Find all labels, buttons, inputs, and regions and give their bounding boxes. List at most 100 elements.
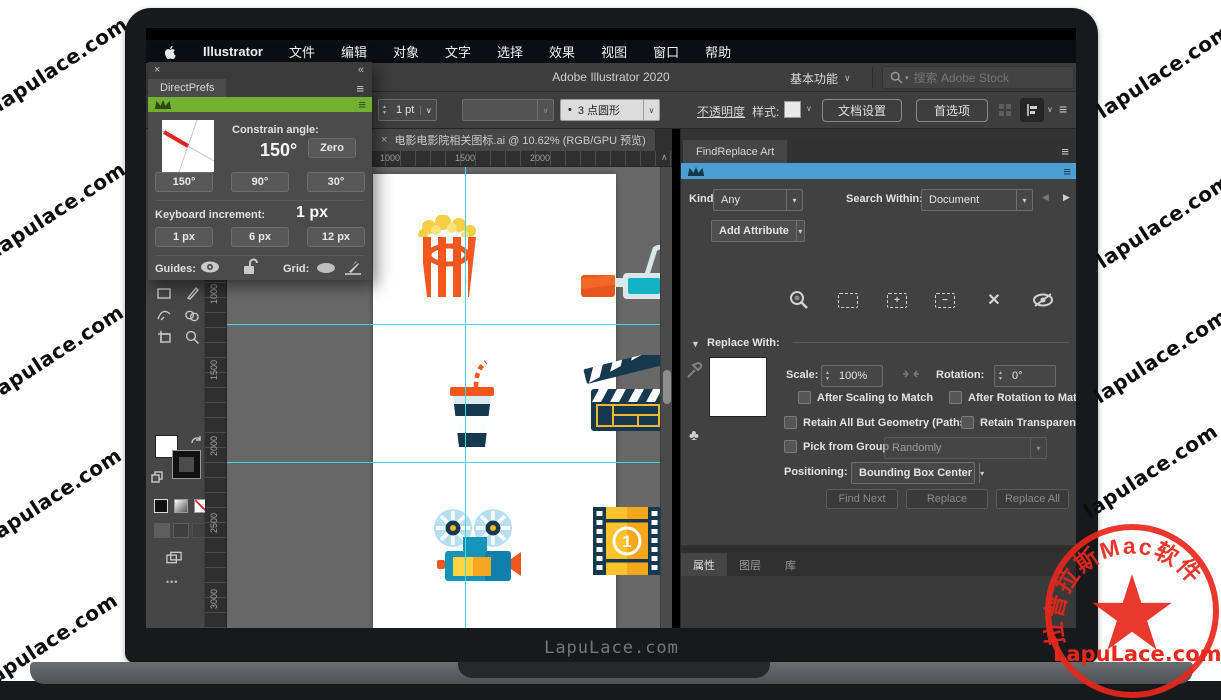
kind-dropdown[interactable]: Any ▾ <box>713 189 803 211</box>
add-attribute-button[interactable]: Add Attribute ▾ <box>711 220 805 242</box>
directprefs-tab[interactable]: DirectPrefs <box>148 79 226 97</box>
draw-normal-button[interactable] <box>154 523 170 538</box>
link-scale-rotation-icon[interactable] <box>903 368 919 383</box>
document-setup-button[interactable]: 文档设置 <box>822 99 902 122</box>
angle-30-button[interactable]: 30° <box>307 172 365 192</box>
style-dropdown-icon[interactable]: ∨ <box>806 104 812 113</box>
stock-search-field[interactable]: ▾ <box>882 66 1074 89</box>
width-tool-icon[interactable] <box>156 307 172 323</box>
edit-toolbar-icon[interactable]: ••• <box>166 577 178 587</box>
positioning-dropdown[interactable]: Bounding Box Center ▾ <box>851 462 975 484</box>
stepper-down-icon[interactable]: ▼ <box>825 377 830 382</box>
pick-from-group-checkbox[interactable] <box>784 440 797 453</box>
style-swatch[interactable] <box>784 101 801 118</box>
scale-stepper[interactable]: ▲▼ 100% <box>821 365 883 387</box>
opacity-link[interactable]: 不透明度 <box>697 103 745 120</box>
increment-1px-button[interactable]: 1 px <box>155 227 213 247</box>
stroke-dropdown-icon[interactable]: ∨ <box>420 106 436 115</box>
replace-all-button[interactable]: Replace All <box>996 489 1069 509</box>
retain-geometry-checkbox[interactable] <box>784 416 797 429</box>
horizontal-guide[interactable] <box>227 324 660 325</box>
stepper-up-icon[interactable]: ▲ <box>825 371 830 376</box>
gradient-mode-swatch[interactable] <box>174 499 188 513</box>
after-scaling-checkbox[interactable] <box>798 391 811 404</box>
subtract-from-selection-icon[interactable]: − <box>933 289 957 311</box>
select-marquee-icon[interactable] <box>836 289 860 311</box>
list-options-icon[interactable]: ≡ <box>1059 101 1067 117</box>
drink-cup-artwork[interactable] <box>443 359 501 454</box>
tab-properties[interactable]: 属性 <box>681 553 727 576</box>
findreplace-tab[interactable]: FindReplace Art <box>683 140 787 163</box>
align-panel-icon[interactable] <box>1020 98 1044 122</box>
film-projector-artwork[interactable] <box>429 507 521 590</box>
eyedropper-icon[interactable] <box>687 362 703 381</box>
rotation-stepper[interactable]: ▲▼ 0° <box>994 365 1056 387</box>
collapse-icon[interactable]: « <box>358 64 364 76</box>
grid-dots-icon[interactable] <box>998 103 1012 120</box>
tab-libraries[interactable]: 库 <box>773 553 808 576</box>
stroke-color-swatch[interactable] <box>173 451 200 478</box>
popcorn-artwork[interactable] <box>415 215 481 304</box>
find-next-button[interactable]: Find Next <box>826 489 898 509</box>
next-result-icon[interactable]: ▶ <box>1063 192 1070 203</box>
menu-item-edit[interactable]: 编辑 <box>341 42 367 61</box>
variable-width-profile-dropdown[interactable]: •3 点圆形 ∨ <box>560 99 660 121</box>
zoom-tool-icon[interactable] <box>184 329 200 345</box>
hide-icon[interactable] <box>1031 289 1055 311</box>
grid-snap-off-icon[interactable] <box>344 258 362 278</box>
menu-item-select[interactable]: 选择 <box>497 42 523 61</box>
find-zoom-icon[interactable] <box>787 289 811 311</box>
clear-icon[interactable]: ✕ <box>982 289 1006 311</box>
guides-unlock-icon[interactable] <box>242 258 258 278</box>
horizontal-guide[interactable] <box>227 462 660 463</box>
guides-visibility-eye-icon[interactable] <box>200 260 220 277</box>
menu-item-help[interactable]: 帮助 <box>705 42 731 61</box>
preferences-button[interactable]: 首选项 <box>916 99 988 122</box>
menu-item-object[interactable]: 对象 <box>393 42 419 61</box>
shape-builder-tool-icon[interactable] <box>184 307 200 323</box>
prev-result-icon[interactable]: ◀ <box>1042 192 1049 203</box>
apple-icon[interactable] <box>164 44 177 59</box>
clapperboard-artwork[interactable] <box>583 355 671 438</box>
menu-item-effect[interactable]: 效果 <box>549 42 575 61</box>
3d-glasses-artwork[interactable] <box>579 245 669 312</box>
after-rotation-checkbox[interactable] <box>949 391 962 404</box>
color-mode-swatch[interactable] <box>154 499 168 513</box>
search-input[interactable] <box>914 71 1064 85</box>
stepper-up-icon[interactable]: ▲ <box>998 371 1003 376</box>
panel-menu-icon[interactable]: ≡ <box>1063 164 1071 179</box>
workspace-switcher[interactable]: 基本功能 ∨ <box>790 70 851 87</box>
menu-item-file[interactable]: 文件 <box>289 42 315 61</box>
panel-menu-icon[interactable]: ≡ <box>356 81 364 96</box>
panel-menu-icon[interactable]: ≡ <box>358 97 366 112</box>
align-dropdown-icon[interactable]: ∨ <box>1047 105 1053 114</box>
disclosure-icon[interactable]: ▼ <box>691 339 700 349</box>
vertical-scrollbar[interactable] <box>660 167 672 628</box>
add-to-selection-icon[interactable]: + <box>885 289 909 311</box>
stroke-weight-stepper[interactable]: ▲▼ 1 pt ∨ <box>378 99 437 121</box>
pick-mode-dropdown[interactable]: Randomly ▾ <box>884 437 1047 459</box>
tab-layers[interactable]: 图层 <box>727 553 773 576</box>
grid-hidden-eye-icon[interactable] <box>316 262 336 277</box>
angle-90-button[interactable]: 90° <box>231 172 289 192</box>
profile-dropdown-icon[interactable]: ∨ <box>643 100 659 120</box>
stepper-up-icon[interactable]: ▲ <box>382 105 387 110</box>
scroll-up-icon[interactable]: ∧ <box>661 152 668 163</box>
increment-6px-button[interactable]: 6 px <box>231 227 289 247</box>
vertical-guide[interactable] <box>465 167 466 628</box>
artboard-tool-icon[interactable] <box>156 329 172 345</box>
screen-mode-icon[interactable] <box>166 549 182 565</box>
pencil-tool-icon[interactable] <box>184 285 200 301</box>
menu-item-illustrator[interactable]: Illustrator <box>203 44 263 59</box>
close-icon[interactable]: × <box>381 134 387 146</box>
club-symbol-icon[interactable]: ♣ <box>689 427 699 444</box>
retain-transparency-checkbox[interactable] <box>961 416 974 429</box>
menu-item-window[interactable]: 窗口 <box>653 42 679 61</box>
increment-12px-button[interactable]: 12 px <box>307 227 365 247</box>
angle-150-button[interactable]: 150° <box>155 172 213 192</box>
menu-item-type[interactable]: 文字 <box>445 42 471 61</box>
rectangle-tool-icon[interactable] <box>156 285 172 301</box>
replace-art-swatch[interactable] <box>709 357 767 417</box>
menu-item-view[interactable]: 视图 <box>601 42 627 61</box>
default-fill-stroke-icon[interactable] <box>149 469 165 485</box>
